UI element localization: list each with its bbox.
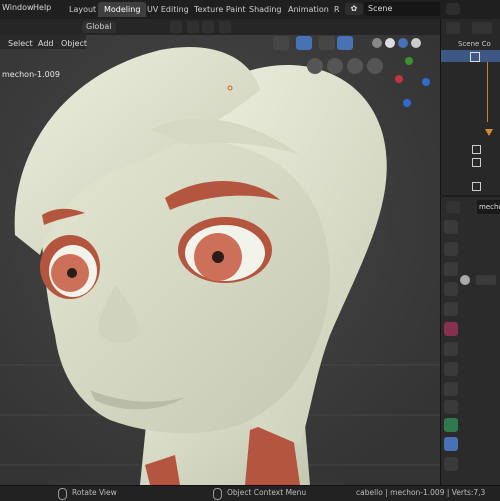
solid-shading-icon[interactable] xyxy=(385,38,395,48)
overlay-icon[interactable] xyxy=(319,36,335,50)
zoom-icon[interactable] xyxy=(327,58,343,74)
tool-tab[interactable] xyxy=(444,220,458,234)
outliner-editor-icon[interactable] xyxy=(446,22,460,34)
outliner-checkbox[interactable] xyxy=(472,145,481,154)
search-icon[interactable] xyxy=(367,58,383,74)
tab-uv-editing[interactable]: UV Editing xyxy=(141,2,195,17)
outliner-search-icon[interactable] xyxy=(472,22,492,34)
axis-x-icon[interactable] xyxy=(395,75,403,83)
properties-editor-icon[interactable] xyxy=(446,201,460,213)
menu-add[interactable]: Add xyxy=(38,37,54,51)
view-layer-tab[interactable] xyxy=(444,282,458,296)
particles-tab[interactable] xyxy=(444,382,458,396)
axis-y-icon[interactable] xyxy=(405,57,413,65)
tab-rendering[interactable]: R xyxy=(328,2,346,17)
menu-select[interactable]: Select xyxy=(8,37,33,51)
menu-help[interactable]: Help xyxy=(33,3,51,12)
mouse-icon xyxy=(58,488,67,500)
snap-icon[interactable] xyxy=(170,21,182,33)
properties-object-field[interactable]: mecho xyxy=(477,200,500,214)
orientation-dropdown[interactable]: Global xyxy=(82,21,116,33)
status-right: cabello | mechon-1.009 | Verts:7,3 xyxy=(356,488,486,497)
material-tab[interactable] xyxy=(444,437,458,451)
tab-layout[interactable]: Layout xyxy=(63,2,102,17)
toggle-camera-icon[interactable] xyxy=(307,58,323,74)
visibility-icon[interactable] xyxy=(273,36,289,50)
rendered-shading-icon[interactable] xyxy=(411,38,421,48)
outliner-checkbox[interactable] xyxy=(472,158,481,167)
outliner-checkbox[interactable] xyxy=(470,52,480,62)
status-left: Rotate View xyxy=(72,488,117,497)
wireframe-shading-icon[interactable] xyxy=(372,38,382,48)
pan-hand-icon[interactable] xyxy=(347,58,363,74)
menu-object[interactable]: Object xyxy=(61,37,87,51)
mouse-icon xyxy=(213,488,222,500)
tab-modeling[interactable]: Modeling xyxy=(98,2,147,17)
texture-tab[interactable] xyxy=(444,457,458,471)
view-layer-icon[interactable] xyxy=(446,3,460,15)
render-tab[interactable] xyxy=(444,242,458,256)
object-tab[interactable] xyxy=(444,342,458,356)
physics-tab[interactable] xyxy=(444,400,458,414)
snap-target-icon[interactable] xyxy=(187,21,199,33)
scene-collection-label: Scene Co xyxy=(458,40,491,48)
axis-neg-z-icon[interactable] xyxy=(403,99,411,107)
scene-selector[interactable]: Scene xyxy=(364,2,440,16)
tab-shading[interactable]: Shading xyxy=(243,2,288,17)
gizmo-icon[interactable] xyxy=(296,36,312,50)
axis-z-icon[interactable] xyxy=(422,78,430,86)
modifier-tab[interactable] xyxy=(444,362,458,376)
constraints-tab[interactable] xyxy=(444,418,458,432)
material-slot-icon[interactable] xyxy=(460,275,470,285)
add-material-button[interactable] xyxy=(476,275,496,285)
active-object-label: mechon-1.009 xyxy=(2,70,60,79)
hierarchy-line xyxy=(487,62,492,122)
world-tab[interactable] xyxy=(444,322,458,336)
camera-icon[interactable] xyxy=(485,129,493,136)
scene-tab[interactable] xyxy=(444,302,458,316)
3d-viewport[interactable] xyxy=(0,35,440,485)
scene-icon[interactable]: ✿ xyxy=(345,3,363,15)
output-tab[interactable] xyxy=(444,262,458,276)
material-shading-icon[interactable] xyxy=(398,38,408,48)
character-head-model xyxy=(0,35,440,485)
status-middle: Object Context Menu xyxy=(227,488,307,497)
falloff-icon[interactable] xyxy=(219,21,231,33)
xray-icon[interactable] xyxy=(337,36,353,50)
proportional-edit-icon[interactable] xyxy=(202,21,214,33)
menu-window[interactable]: Window xyxy=(2,3,34,12)
outliner-checkbox[interactable] xyxy=(472,182,481,191)
tab-animation[interactable]: Animation xyxy=(282,2,335,17)
